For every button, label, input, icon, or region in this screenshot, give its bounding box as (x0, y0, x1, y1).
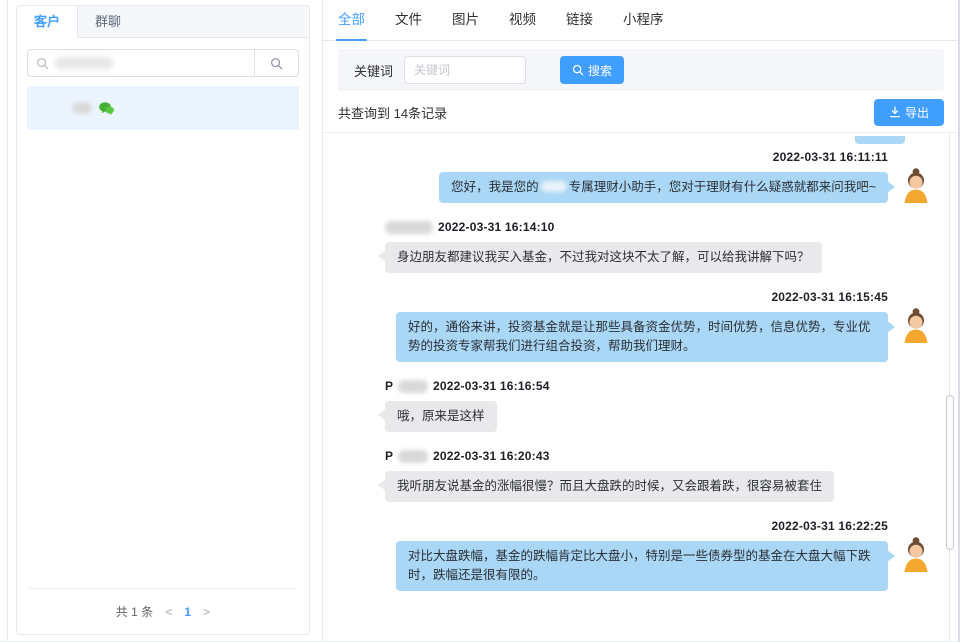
wechat-icon (99, 102, 114, 115)
message-row: 2022-03-31 16:15:45 好的，通俗来讲，投资基金就是让那些具备资金… (338, 288, 931, 362)
contact-avatar (37, 94, 65, 122)
tab-文件[interactable]: 文件 (395, 8, 422, 40)
download-icon (889, 106, 901, 118)
keyword-label: 关键词 (354, 61, 393, 80)
sender-name-prefix: P (385, 379, 393, 393)
message-timestamp: 2022-03-31 16:11:11 (773, 150, 888, 164)
redacted-text (541, 181, 567, 192)
chevron-left-icon[interactable]: < (165, 605, 172, 619)
message-text: 对比大盘跌幅，基金的跌幅肯定比大盘小，特别是一些债券型的基金在大盘大幅下跌时，跌… (408, 549, 871, 582)
contact-list-item[interactable] (27, 86, 299, 130)
tab-视频[interactable]: 视频 (509, 8, 536, 40)
tab-链接[interactable]: 链接 (566, 8, 593, 40)
sidebar-search-input[interactable] (28, 50, 254, 76)
message-text: 您好，我是您的 (451, 180, 539, 194)
message-content: 2022-03-31 16:15:45 好的，通俗来讲，投资基金就是让那些具备资金… (396, 288, 888, 362)
message-bubble: 对比大盘跌幅，基金的跌幅肯定比大盘小，特别是一些债券型的基金在大盘大幅下跌时，跌… (396, 541, 888, 591)
chevron-right-icon[interactable]: > (203, 605, 210, 619)
message-text: 身边朋友都建议我买入基金，不过我对这块不太了解，可以给我讲解下吗？ (397, 250, 810, 264)
customer-avatar (338, 377, 374, 413)
agent-avatar (901, 307, 931, 343)
message-meta: P 2022-03-31 16:16:54 (385, 377, 550, 395)
message-bubble: 哦，原来是这样 (385, 401, 497, 432)
message-timestamp: 2022-03-31 16:16:54 (433, 379, 550, 393)
tab-全部[interactable]: 全部 (338, 8, 365, 40)
sidebar-search-group (27, 49, 299, 77)
message-timestamp: 2022-03-31 16:20:43 (433, 449, 550, 463)
customer-avatar (338, 447, 374, 483)
chat-record-panel: 全部文件图片视频链接小程序 关键词 搜索 共查询到 14条记录 导出 2022-… (322, 0, 957, 641)
message-meta: 2022-03-31 16:11:11 (773, 148, 888, 166)
sender-name-prefix: P (385, 449, 393, 463)
message-text: 我听朋友说基金的涨幅很慢？而且大盘跌的时候，又会跟着跌，很容易被套住 (397, 479, 822, 493)
sender-name-redacted (385, 221, 433, 234)
results-row: 共查询到 14条记录 导出 (338, 98, 944, 126)
tab-小程序[interactable]: 小程序 (623, 8, 664, 40)
pagination-total: 共 1 条 (116, 603, 153, 620)
app-window: 客户群聊 共 1 条 < 1 > (0, 0, 960, 642)
message-content: P 2022-03-31 16:20:43 我听朋友说基金的涨幅很慢？而且大盘跌的时… (385, 447, 834, 502)
export-button-label: 导出 (905, 104, 929, 121)
message-row: P 2022-03-31 16:20:43 我听朋友说基金的涨幅很慢？而且大盘跌的时… (338, 447, 931, 502)
contact-name-redacted (72, 102, 92, 114)
message-text: 好的，通俗来讲，投资基金就是让那些具备资金优势，时间优势，信息优势，专业优势的投… (408, 320, 871, 353)
message-row: 2022-03-31 16:11:11 您好，我是您的 专属理财小助手，您对于理财有… (338, 148, 931, 203)
message-bubble: 身边朋友都建议我买入基金，不过我对这块不太了解，可以给我讲解下吗？ (385, 242, 822, 273)
tab-图片[interactable]: 图片 (452, 8, 479, 40)
sidebar-tab-inactive[interactable]: 群聊 (78, 6, 138, 37)
message-list: 2022-03-31 16:11:11 您好，我是您的 专属理财小助手，您对于理财有… (323, 132, 957, 641)
message-content: P 2022-03-31 16:16:54 哦，原来是这样 (385, 377, 550, 432)
clipped-bubble-fragment (855, 136, 905, 144)
agent-avatar-icon (901, 307, 931, 343)
sidebar-tab-active[interactable]: 客户 (17, 6, 78, 38)
message-meta: 2022-03-31 16:15:45 (771, 288, 888, 306)
search-button-label: 搜索 (588, 62, 612, 79)
message-list-inner: 2022-03-31 16:11:11 您好，我是您的 专属理财小助手，您对于理财有… (338, 148, 931, 591)
message-row: 2022-03-31 16:22:25 对比大盘跌幅，基金的跌幅肯定比大盘小，特别… (338, 517, 931, 591)
message-text: 哦，原来是这样 (397, 409, 485, 423)
message-row: 2022-03-31 16:14:10 身边朋友都建议我买入基金，不过我对这块不太… (338, 218, 931, 273)
sidebar-pagination: 共 1 条 < 1 > (29, 588, 297, 634)
message-timestamp: 2022-03-31 16:14:10 (438, 220, 555, 234)
scrollbar-track (949, 133, 950, 641)
keyword-input[interactable] (404, 56, 526, 84)
keyword-filter-bar: 关键词 搜索 (338, 49, 944, 91)
pagination-page-1[interactable]: 1 (184, 605, 191, 619)
message-content: 2022-03-31 16:22:25 对比大盘跌幅，基金的跌幅肯定比大盘小，特别… (396, 517, 888, 591)
message-content: 2022-03-31 16:11:11 您好，我是您的 专属理财小助手，您对于理财有… (439, 148, 888, 203)
search-placeholder-redacted (55, 57, 113, 69)
left-edge-divider (7, 0, 8, 641)
result-count-text: 共查询到 14条记录 (338, 103, 447, 122)
agent-avatar-icon (901, 167, 931, 203)
agent-avatar-icon (901, 536, 931, 572)
sidebar-search-button[interactable] (254, 50, 298, 76)
export-button[interactable]: 导出 (874, 99, 944, 126)
search-icon (572, 64, 584, 76)
agent-avatar (901, 536, 931, 572)
search-button[interactable]: 搜索 (560, 56, 624, 84)
message-bubble: 好的，通俗来讲，投资基金就是让那些具备资金优势，时间优势，信息优势，专业优势的投… (396, 312, 888, 362)
message-meta: P 2022-03-31 16:20:43 (385, 447, 550, 465)
message-row: P 2022-03-31 16:16:54 哦，原来是这样 (338, 377, 931, 432)
sender-name-redacted (398, 380, 428, 393)
message-timestamp: 2022-03-31 16:15:45 (771, 290, 888, 304)
message-timestamp: 2022-03-31 16:22:25 (771, 519, 888, 533)
message-meta: 2022-03-31 16:22:25 (771, 517, 888, 535)
message-bubble: 您好，我是您的 专属理财小助手，您对于理财有什么疑惑就都来问我吧~ (439, 172, 888, 203)
customer-avatar (338, 218, 374, 254)
message-content: 2022-03-31 16:14:10 身边朋友都建议我买入基金，不过我对这块不太… (385, 218, 822, 273)
sidebar-spacer (17, 130, 309, 588)
message-text: 专属理财小助手，您对于理财有什么疑惑就都来问我吧~ (569, 180, 876, 194)
search-icon (270, 57, 283, 70)
scrollbar-thumb[interactable] (946, 395, 954, 550)
sender-name-redacted (398, 450, 428, 463)
message-meta: 2022-03-31 16:14:10 (385, 218, 555, 236)
sidebar-tab-bar: 客户群聊 (17, 6, 309, 38)
message-type-tab-bar: 全部文件图片视频链接小程序 (323, 0, 957, 41)
agent-avatar (901, 167, 931, 203)
search-icon (36, 57, 49, 70)
message-bubble: 我听朋友说基金的涨幅很慢？而且大盘跌的时候，又会跟着跌，很容易被套住 (385, 471, 834, 502)
conversation-sidebar: 客户群聊 共 1 条 < 1 > (16, 5, 310, 635)
